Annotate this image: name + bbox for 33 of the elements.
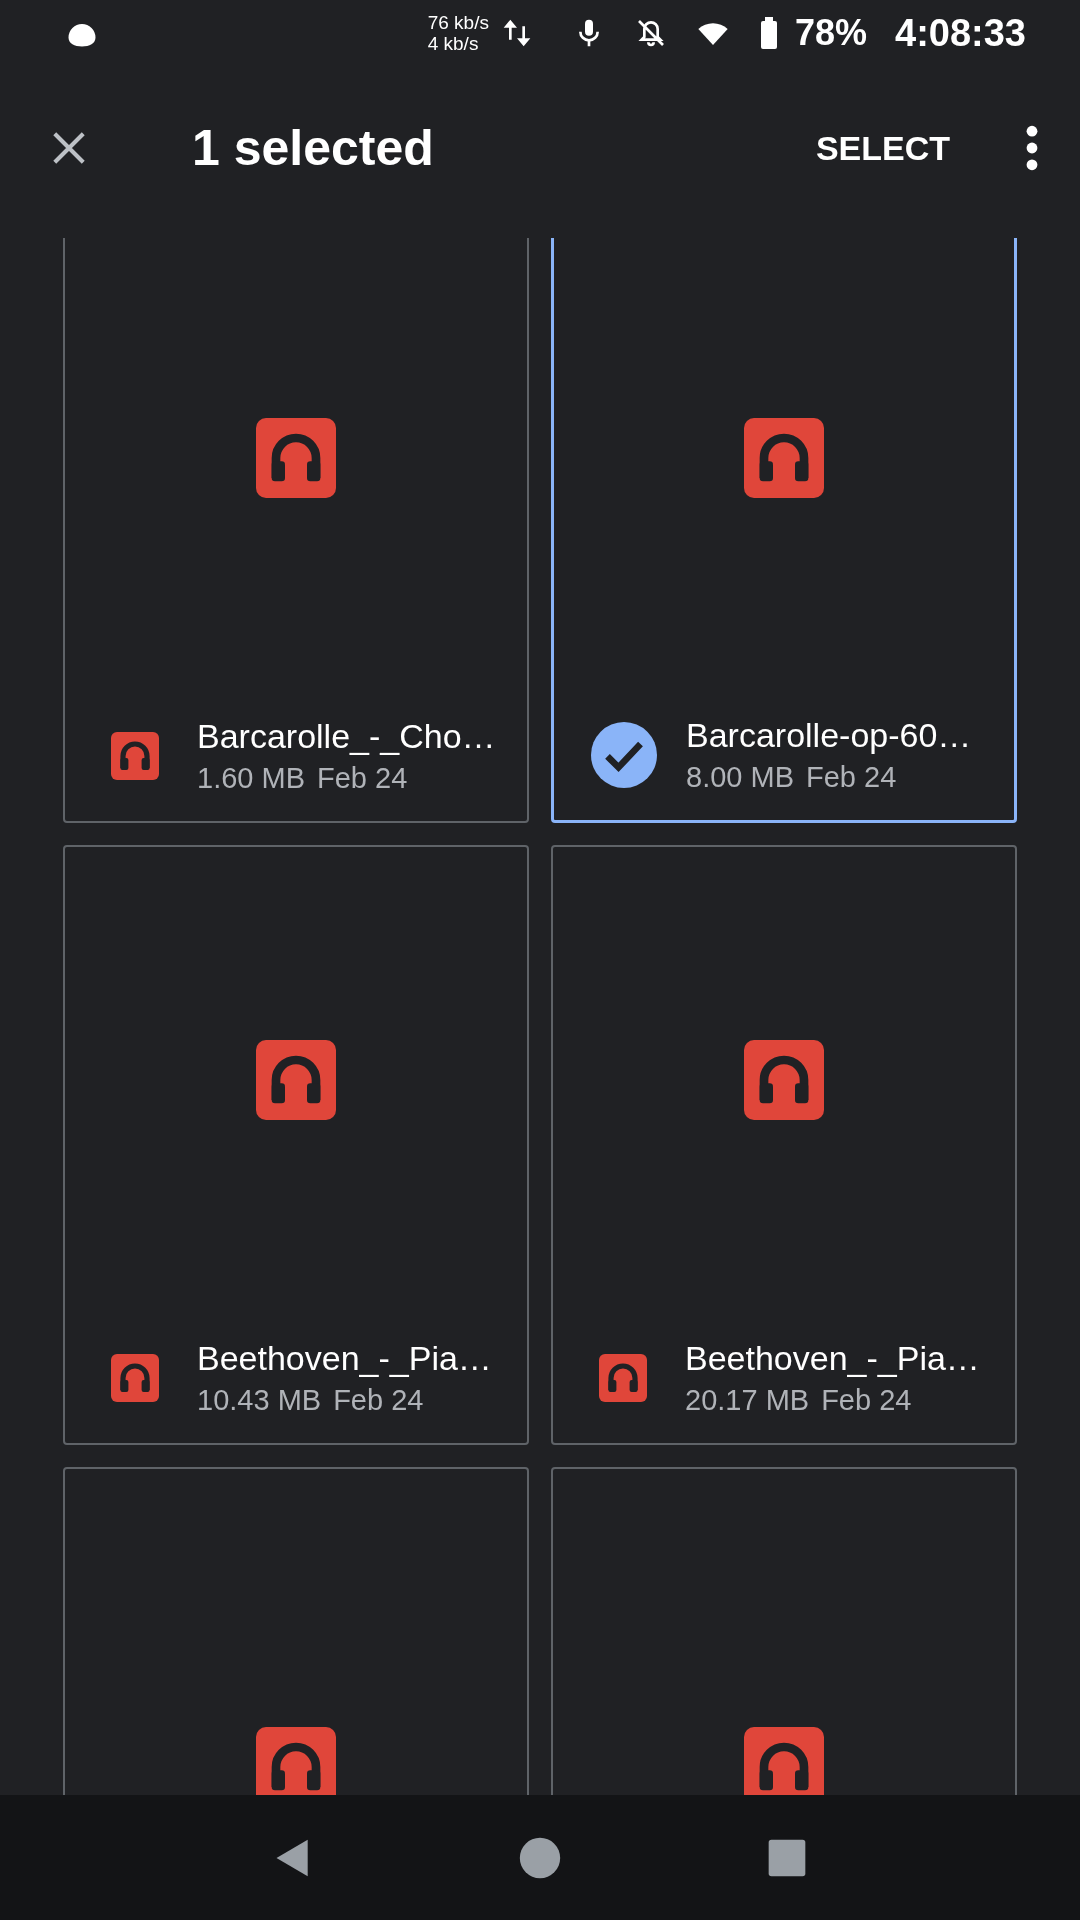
file-date: Feb 24 [806,761,897,794]
battery-icon [758,17,779,49]
file-date: Feb 24 [333,1384,424,1417]
more-options-icon[interactable] [1026,124,1038,172]
file-name: Barcarolle-op-60… [686,716,972,755]
download-speed: 4 kb/s [427,33,480,54]
file-card[interactable]: Beethoven_-_Pia… 20.17 MB Feb 24 [551,845,1017,1445]
file-date: Feb 24 [317,762,408,795]
file-card[interactable]: Barcarolle-op-60… 8.00 MB Feb 24 [551,238,1017,823]
file-name: Beethoven_-_Pia… [197,1339,492,1378]
select-button[interactable]: SELECT [803,120,962,176]
file-date: Feb 24 [821,1384,912,1417]
headphones-icon [256,418,336,498]
check-circle-icon[interactable] [591,722,657,788]
headphones-icon [111,1354,159,1402]
file-size: 1.60 MB [197,762,305,795]
file-card[interactable]: Beethoven_-_Pia… 10.43 MB Feb 24 [63,845,529,1445]
file-name: Beethoven_-_Pia… [685,1339,980,1378]
file-name: Barcarolle_-_Cho… [197,717,496,756]
selection-count: 1 selected [192,119,435,177]
headphones-icon [599,1354,647,1402]
upload-speed: 76 kb/s [427,12,489,33]
headphones-icon [256,1040,336,1120]
headphones-icon [111,732,159,780]
home-icon[interactable] [518,1835,562,1880]
file-size: 20.17 MB [685,1384,810,1417]
file-size: 10.43 MB [197,1384,322,1417]
file-size: 8.00 MB [686,761,794,794]
headphones-icon [744,418,824,498]
clock: 4:08:33 [895,11,1026,55]
file-card[interactable]: Barcarolle_-_Cho… 1.60 MB Feb 24 [63,238,529,823]
battery-percentage: 78% [794,12,867,54]
headphones-icon [744,1040,824,1120]
